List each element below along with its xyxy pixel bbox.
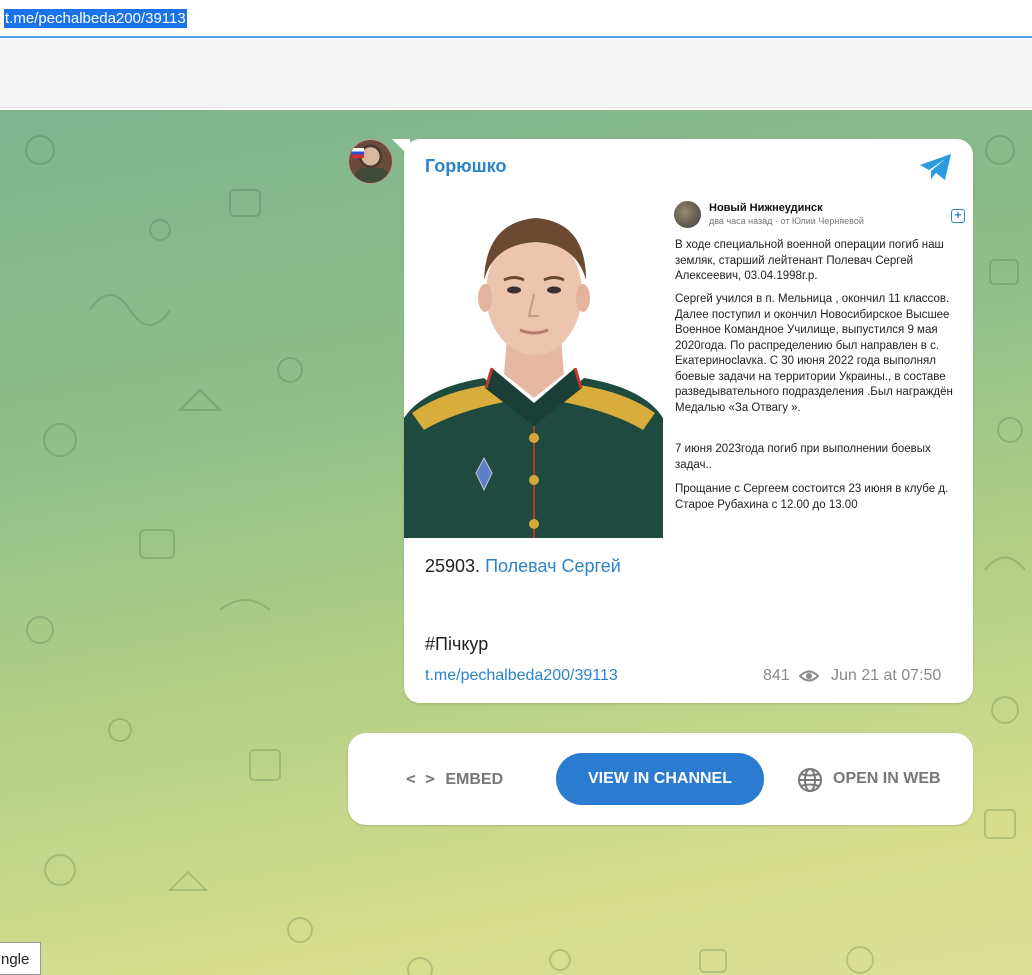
inner-paragraph: 7 июня 2023года погиб при выполнении бое…	[675, 443, 931, 471]
address-bar[interactable]: t.me/pechalbeda200/39113	[0, 0, 1032, 38]
eye-icon	[799, 670, 819, 682]
inner-paragraph: Сергей учился в п. Мельница , окончил 11…	[675, 293, 953, 414]
address-url[interactable]: t.me/pechalbeda200/39113	[4, 9, 187, 28]
inner-author-avatar	[674, 201, 701, 228]
post-link[interactable]: t.me/pechalbeda200/39113	[425, 667, 618, 685]
telegram-icon[interactable]	[918, 152, 954, 182]
inner-paragraph: В ходе специальной военной операции поги…	[675, 239, 944, 282]
open-in-web-button[interactable]: OPEN IN WEB	[833, 770, 941, 788]
post-caption: 25903. Полевач Сергей	[425, 556, 621, 577]
browser-toolbar	[0, 40, 1032, 108]
post-number: 25903.	[425, 556, 481, 576]
globe-icon[interactable]	[797, 767, 823, 793]
inner-author-name: Новый Нижнеудинск	[709, 202, 823, 214]
channel-avatar[interactable]	[348, 139, 393, 184]
inner-post-meta: два часа назад · от Юлии Черняевой	[709, 216, 864, 226]
action-bar: < > EMBED VIEW IN CHANNEL OPEN IN WEB	[348, 733, 973, 825]
plus-icon: +	[951, 209, 965, 223]
embed-button[interactable]: < > EMBED	[406, 769, 503, 789]
post-date[interactable]: Jun 21 at 07:50	[831, 667, 941, 685]
view-count: 841	[763, 667, 790, 684]
code-icon: < >	[406, 769, 435, 788]
flag-icon	[352, 148, 364, 158]
portrait-photo	[404, 198, 663, 538]
view-in-channel-button[interactable]: VIEW IN CHANNEL	[556, 753, 764, 805]
embed-label: EMBED	[445, 771, 504, 788]
post-image[interactable]: Новый Нижнеудинск два часа назад · от Юл…	[404, 198, 973, 538]
tooltip: ngle	[0, 942, 41, 975]
inner-paragraph: Прощание с Сергеем состоится 23 июня в к…	[675, 483, 949, 511]
name-link[interactable]: Полевач Сергей	[485, 556, 621, 576]
inner-post-screenshot: Новый Нижнеудинск два часа назад · от Юл…	[674, 198, 969, 538]
hashtag: #Пічкур	[425, 634, 489, 654]
channel-name[interactable]: Горюшко	[425, 156, 506, 177]
message-card: Горюшко Новый Нижнеудинск два часа назад…	[404, 139, 973, 703]
